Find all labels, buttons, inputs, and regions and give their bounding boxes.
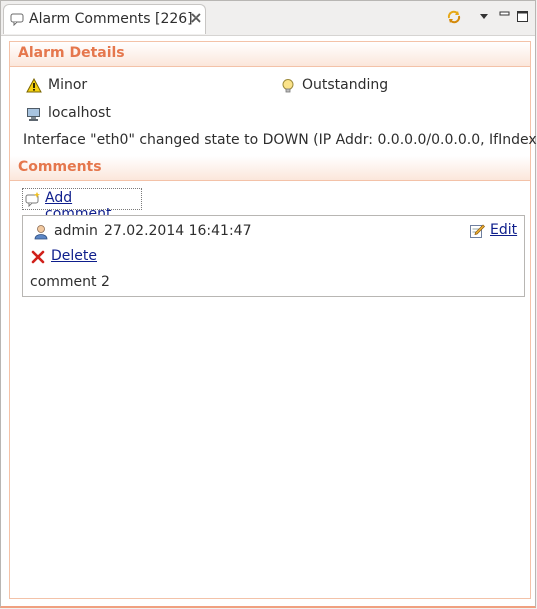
comments-title: Comments [18, 159, 102, 175]
tab-alarm-comments[interactable]: Alarm Comments [226] [3, 4, 206, 34]
edit-icon [470, 224, 485, 238]
delete-comment-label[interactable]: Delete [51, 248, 97, 264]
edit-comment-label[interactable]: Edit [490, 222, 517, 238]
computer-icon [27, 108, 40, 121]
sync-icon[interactable] [446, 9, 462, 25]
comment-icon [10, 12, 24, 27]
user-icon [34, 225, 48, 240]
alarm-message: Interface "eth0" changed state to DOWN (… [23, 132, 537, 148]
view-tab-bar: Alarm Comments [226] [1, 1, 535, 36]
comment-user: admin [54, 223, 98, 239]
add-comment-link[interactable]: Add comment [22, 188, 142, 222]
alarm-details-header: Alarm Details [10, 42, 530, 67]
delete-icon [31, 250, 45, 264]
edit-comment-button[interactable]: Edit [469, 222, 519, 242]
alarm-comments-view: Alarm Comments [226] Alarm Details Minor… [0, 0, 537, 608]
view-menu-icon[interactable] [476, 9, 492, 25]
state-label: Outstanding [302, 77, 389, 93]
delete-comment-button[interactable]: Delete [31, 248, 111, 268]
comment-text: comment 2 [30, 274, 110, 290]
comment-timestamp: 27.02.2014 16:41:47 [104, 223, 252, 239]
close-icon[interactable] [190, 12, 202, 24]
comment-entry: admin 27.02.2014 16:41:47 Edit Delete co… [22, 215, 525, 297]
source-label: localhost [48, 105, 111, 121]
severity-label: Minor [48, 77, 88, 93]
minimize-icon[interactable] [497, 9, 513, 25]
comments-header: Comments [10, 156, 530, 181]
lightbulb-icon [282, 79, 294, 93]
maximize-icon[interactable] [515, 9, 531, 25]
alarm-details-title: Alarm Details [18, 45, 125, 61]
alarm-comments-content: Alarm Details Minor Outstanding localhos… [9, 41, 537, 599]
tab-title: Alarm Comments [226] [29, 11, 193, 27]
add-comment-icon [25, 192, 40, 207]
warning-icon [26, 78, 42, 93]
